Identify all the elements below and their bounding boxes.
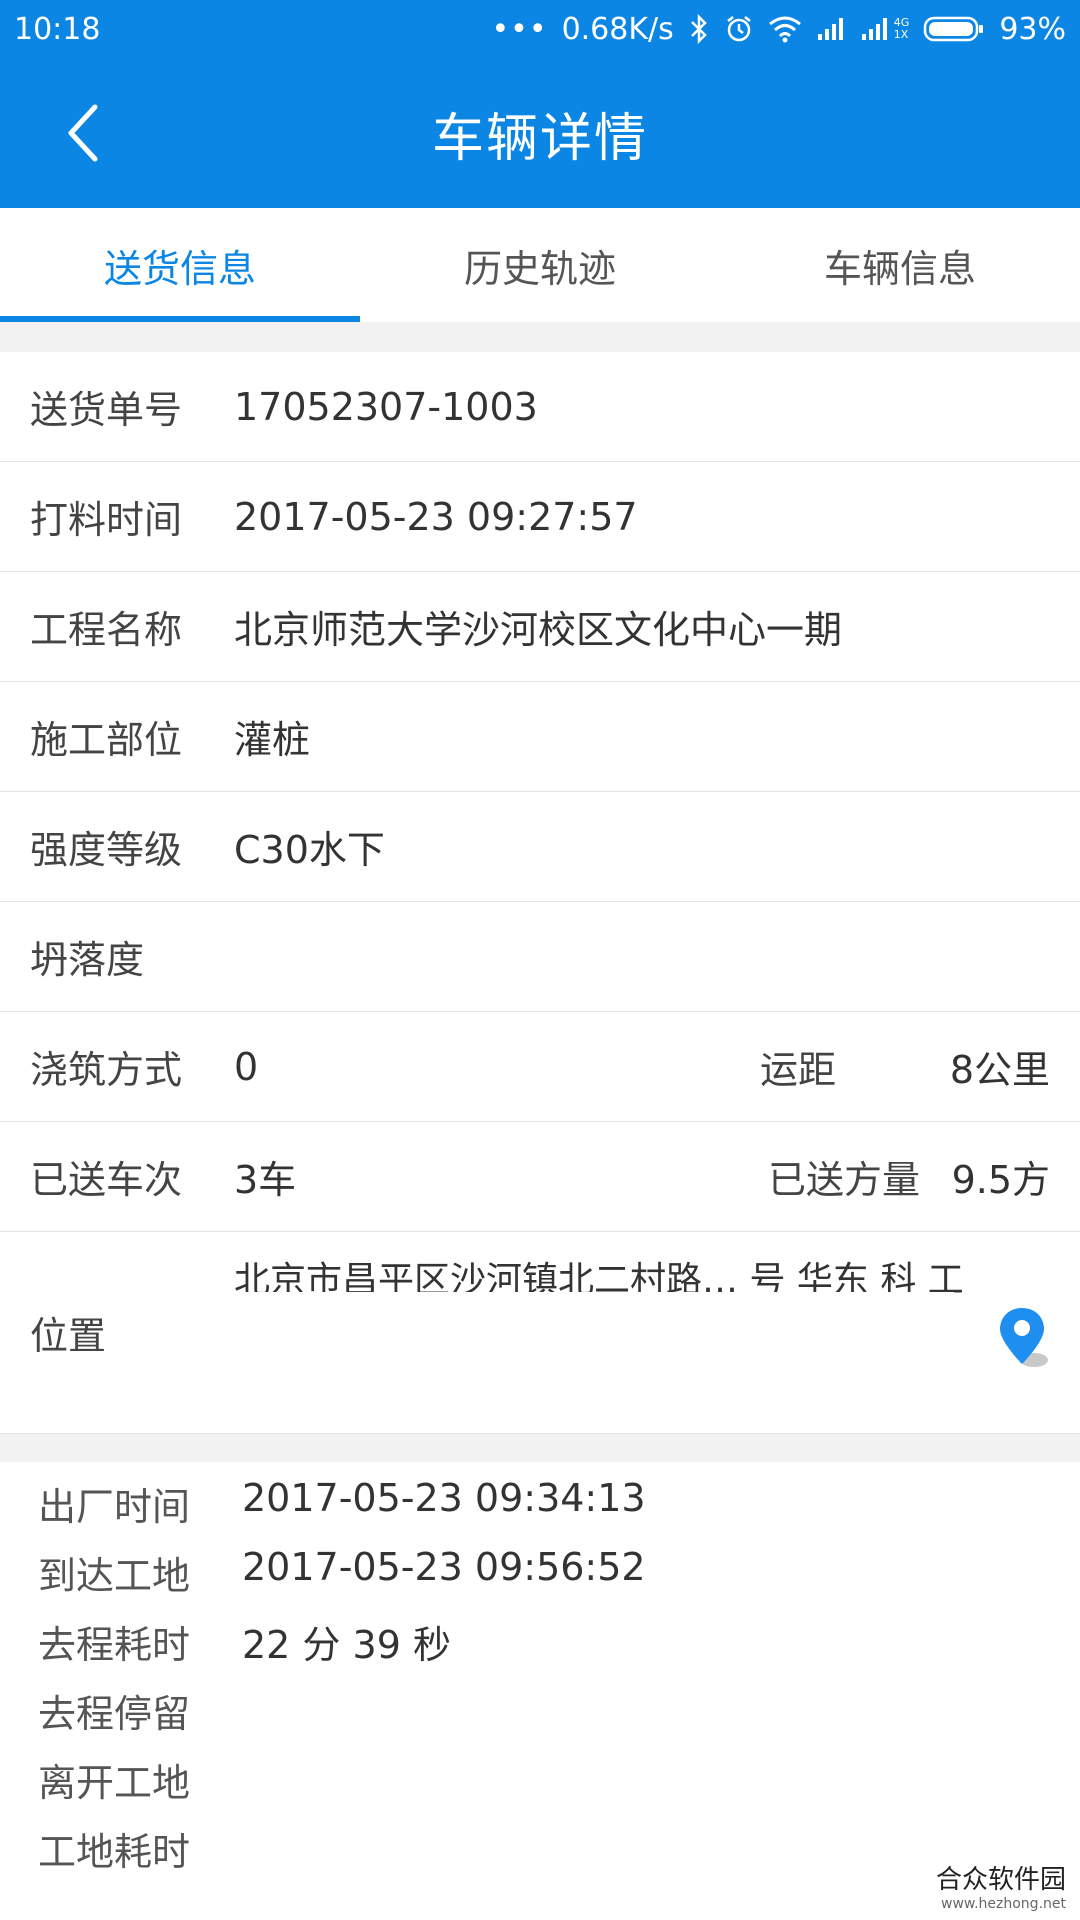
watermark: 合众软件园 www.hezhong.net — [936, 1859, 1066, 1912]
detail-value: 灌桩 — [234, 718, 311, 762]
detail-label: 浇筑方式 — [30, 1048, 183, 1092]
timeline-label: 离开工地 — [38, 1761, 191, 1805]
map-pin-icon[interactable] — [996, 1304, 1056, 1374]
network-type-label-2: 1X — [893, 28, 909, 41]
timeline-label: 工地耗时 — [38, 1830, 191, 1874]
timeline-label: 去程耗时 — [38, 1623, 191, 1667]
detail-row-project: 工程名称 北京师范大学沙河校区文化中心一期 — [0, 572, 1080, 682]
detail-row-mix-time: 打料时间 2017-05-23 09:27:57 — [0, 462, 1080, 572]
watermark-url: www.hezhong.net — [941, 1896, 1066, 1912]
detail-label-distance: 运距 — [760, 1048, 837, 1092]
tab-history-track[interactable]: 历史轨迹 — [360, 208, 720, 322]
detail-label-volume: 已送方量 — [768, 1158, 921, 1202]
detail-value: C30水下 — [234, 828, 385, 872]
detail-row-pour: 浇筑方式 0 运距 8公里 — [0, 1012, 1080, 1122]
timeline-row: 去程停留 — [0, 1669, 1080, 1738]
wifi-icon — [768, 16, 801, 43]
detail-row-grade: 强度等级 C30水下 — [0, 792, 1080, 902]
signal-4g-group: 4G 1X — [860, 16, 909, 42]
timeline-label: 去程停留 — [38, 1692, 191, 1736]
battery-percent: 93% — [999, 11, 1066, 47]
timeline-label: 到达工地 — [38, 1554, 191, 1598]
detail-row-trips: 已送车次 3车 已送方量 9.5方 — [0, 1122, 1080, 1232]
timeline-row: 去程耗时 22 分 39 秒 — [0, 1600, 1080, 1669]
more-dots-icon: ••• — [491, 11, 548, 47]
tab-vehicle-info[interactable]: 车辆信息 — [720, 208, 1080, 322]
signal-icon — [817, 18, 843, 40]
timeline-row: 离开工地 — [0, 1738, 1080, 1807]
net-speed: 0.68K/s — [561, 11, 674, 47]
detail-value: 2017-05-23 09:27:57 — [234, 494, 638, 539]
detail-value: 北京师范大学沙河校区文化中心一期 — [234, 608, 843, 652]
chevron-left-icon — [68, 104, 98, 162]
status-time: 10:18 — [14, 11, 101, 47]
location-redaction — [234, 1292, 954, 1392]
detail-label: 送货单号 — [30, 388, 183, 432]
back-button[interactable] — [48, 98, 118, 168]
timeline-value: 22 分 39 秒 — [242, 1623, 451, 1667]
detail-value-volume: 9.5方 — [951, 1158, 1050, 1202]
timeline-row: 工地耗时 — [0, 1807, 1080, 1876]
timeline-row: 出厂时间 2017-05-23 09:34:13 — [0, 1462, 1080, 1531]
app-bar: 车辆详情 — [0, 58, 1080, 208]
watermark-text: 合众软件园 — [935, 1865, 1066, 1895]
detail-label: 强度等级 — [30, 828, 183, 872]
alarm-icon — [727, 16, 751, 42]
detail-label: 位置 — [30, 1314, 107, 1358]
detail-value: 17052307-1003 — [234, 384, 538, 429]
section-gap — [0, 322, 1080, 352]
detail-value: 0 — [234, 1044, 259, 1089]
detail-value: 3车 — [234, 1158, 297, 1202]
battery-icon — [924, 16, 984, 42]
detail-label: 工程名称 — [30, 608, 183, 652]
detail-label: 坍落度 — [30, 938, 145, 982]
detail-row-slump: 坍落度 — [0, 902, 1080, 1012]
status-icons: ••• 0.68K/s 4G 1X 93% — [491, 12, 1066, 47]
tab-delivery-info[interactable]: 送货信息 — [0, 208, 360, 322]
detail-value-distance: 8公里 — [949, 1048, 1050, 1092]
detail-row-order-no: 送货单号 17052307-1003 — [0, 352, 1080, 462]
section-gap-2 — [0, 1434, 1080, 1462]
status-bar: 10:18 ••• 0.68K/s 4G 1X 93% — [0, 0, 1080, 58]
timeline-value: 2017-05-23 09:34:13 — [242, 1476, 646, 1520]
timeline-value: 2017-05-23 09:56:52 — [242, 1545, 646, 1589]
bluetooth-icon — [690, 14, 707, 44]
timeline-label: 出厂时间 — [38, 1485, 191, 1529]
detail-label: 打料时间 — [30, 498, 183, 542]
detail-label: 施工部位 — [30, 718, 183, 762]
page-title: 车辆详情 — [431, 108, 648, 169]
detail-row-part: 施工部位 灌桩 — [0, 682, 1080, 792]
trip-timeline: 出厂时间 2017-05-23 09:34:13 到达工地 2017-05-23… — [0, 1462, 1080, 1876]
detail-label: 已送车次 — [30, 1158, 183, 1202]
tab-bar: 送货信息 历史轨迹 车辆信息 — [0, 208, 1080, 322]
signal-icon-2 — [861, 18, 887, 40]
timeline-row: 到达工地 2017-05-23 09:56:52 — [0, 1531, 1080, 1600]
detail-row-location[interactable]: 位置 北京市昌平区沙河镇北二村路… 号 华东 科 工业园21东北200米 — [0, 1232, 1080, 1434]
delivery-details: 送货单号 17052307-1003 打料时间 2017-05-23 09:27… — [0, 352, 1080, 1434]
